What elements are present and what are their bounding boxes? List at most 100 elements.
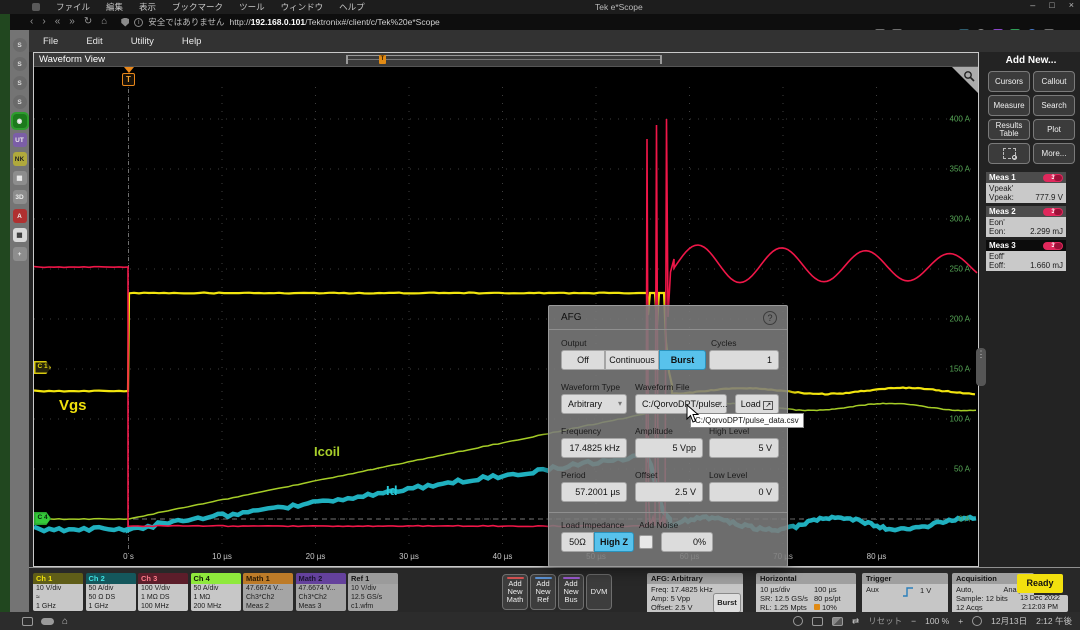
dock-session-2-icon[interactable]: S: [13, 57, 27, 71]
badge-ch3[interactable]: Ch 3100 V/div1 MΩ DS100 MHz: [138, 573, 188, 611]
browser-menu-item[interactable]: 表示: [131, 1, 164, 13]
address-bar[interactable]: i 安全ではありません http://192.168.0.101/Tektron…: [121, 16, 440, 28]
add-noise-checkbox[interactable]: [639, 535, 653, 549]
help-icon[interactable]: ?: [763, 311, 777, 325]
info-icon[interactable]: i: [134, 18, 143, 27]
browser-menu-item[interactable]: 編集: [98, 1, 131, 13]
horizontal-badge[interactable]: Horizontal 10 µs/div SR: 12.5 GS/s RL: 1…: [756, 573, 856, 617]
measure-button[interactable]: Measure: [988, 95, 1030, 116]
dock-session-1-icon[interactable]: S: [13, 38, 27, 52]
callout-button[interactable]: Callout: [1033, 71, 1075, 92]
trace-icoil-current[interactable]: [34, 403, 976, 519]
trace-id-current[interactable]: [34, 455, 976, 531]
badge-math1[interactable]: Math 147.6674 V...Ch3*Ch2Meas 2: [243, 573, 293, 611]
impedance-50ω-button[interactable]: 50Ω: [561, 532, 594, 552]
measurement-label: Vpeak:: [989, 193, 1014, 202]
period-field[interactable]: 57.2001 µs: [561, 482, 627, 502]
trigger-position-marker[interactable]: T: [121, 67, 136, 86]
reset-button[interactable]: リセット: [868, 615, 902, 627]
zoom-out-button[interactable]: −: [911, 616, 916, 626]
forward-icon[interactable]: ›: [42, 15, 45, 29]
maximize-button[interactable]: □: [1049, 0, 1054, 10]
dock-alert-app-icon[interactable]: A: [13, 209, 27, 223]
prev-icon[interactable]: «: [55, 15, 61, 29]
dock-add-app-icon[interactable]: +: [13, 247, 27, 261]
badge-ch2[interactable]: Ch 250 A/div50 Ω DS1 GHz: [86, 573, 136, 611]
offset-field[interactable]: 2.5 V: [635, 482, 703, 502]
impedance-highz-button[interactable]: High Z: [594, 532, 634, 552]
plot-button[interactable]: Plot: [1033, 119, 1075, 140]
scope-menu-file[interactable]: File: [29, 36, 72, 47]
dock-qr-app-icon[interactable]: ▦: [13, 171, 27, 185]
record-minimap[interactable]: T: [346, 55, 662, 64]
window-icon[interactable]: [812, 617, 823, 626]
badge-math2[interactable]: Math 247.6674 V...Ch3*Ch2Meas 3: [296, 573, 346, 611]
afg-dialog[interactable]: AFG ? Output Cycles 1 Waveform Type Wave…: [548, 305, 788, 567]
dvm-button[interactable]: DVM: [586, 574, 612, 610]
scope-menu-utility[interactable]: Utility: [117, 36, 168, 47]
measurement-badge[interactable]: Meas 33Eoff'Eoff:1.660 mJ: [986, 240, 1066, 271]
cloud-icon[interactable]: [41, 618, 54, 625]
dock-session-4-icon[interactable]: S: [13, 95, 27, 109]
browser-menu-item[interactable]: ウィンドウ: [273, 1, 332, 13]
afg-badge[interactable]: AFG: Arbitrary Freq: 17.4825 kHz Amp: 5 …: [647, 573, 743, 617]
noise-percent-field[interactable]: 0%: [661, 532, 713, 552]
afg-burst-button[interactable]: Burst: [713, 593, 741, 613]
swap-icon[interactable]: ⇄: [852, 616, 859, 627]
minimap-trigger-icon[interactable]: T: [379, 55, 386, 64]
trace-vds-drain[interactable]: [34, 119, 977, 527]
badge-ch4[interactable]: Ch 450 A/div1 MΩ200 MHz: [191, 573, 241, 611]
waveform-view[interactable]: Waveform View T 0 s10 µs20 µs30 µs40 µs5…: [33, 52, 979, 567]
high-level-field[interactable]: 5 V: [709, 438, 779, 458]
cursors-button[interactable]: Cursors: [988, 71, 1030, 92]
browser-menu-item[interactable]: ヘルプ: [331, 1, 373, 13]
home-icon[interactable]: ⌂: [62, 616, 68, 627]
image-icon[interactable]: [832, 617, 843, 626]
add-new-ref-button[interactable]: AddNewRef: [530, 574, 556, 610]
dock-nk-app-icon[interactable]: NK: [13, 152, 27, 166]
badge-ref1[interactable]: Ref 110 V/div12.5 GS/sc1.wfm: [348, 573, 398, 611]
badge-ch1[interactable]: Ch 110 V/div≈1 GHz: [33, 573, 83, 611]
measurement-badge[interactable]: Meas 13Vpeak'Vpeak:777.9 V: [986, 172, 1066, 203]
output-continuous-button[interactable]: Continuous: [605, 350, 659, 370]
scope-menu-edit[interactable]: Edit: [72, 36, 116, 47]
trace-vgs-gate[interactable]: [34, 293, 975, 395]
frequency-field[interactable]: 17.4825 kHz: [561, 438, 627, 458]
low-level-field[interactable]: 0 V: [709, 482, 779, 502]
apps-icon[interactable]: [22, 617, 33, 626]
dock-session-3-icon[interactable]: S: [13, 76, 27, 90]
next-icon[interactable]: »: [69, 15, 75, 29]
close-button[interactable]: ×: [1069, 0, 1074, 10]
home-icon[interactable]: ⌂: [101, 15, 107, 29]
waveform-file-select[interactable]: C:/QorvoDPT/pulse...▾: [635, 394, 727, 414]
load-button[interactable]: Load ↗: [735, 394, 779, 414]
dock-3d-app-icon[interactable]: 3D: [13, 190, 27, 204]
browser-menu-item[interactable]: ファイル: [48, 1, 98, 13]
more--button[interactable]: More...: [1033, 143, 1075, 164]
trigger-badge[interactable]: Trigger Aux 1 V: [862, 573, 948, 617]
back-icon[interactable]: ‹: [30, 15, 33, 29]
browser-menu-item[interactable]: ブックマーク: [164, 1, 231, 13]
camera-icon[interactable]: [793, 616, 803, 626]
waveform-plot[interactable]: 0 s10 µs20 µs30 µs40 µs50 µs60 µs70 µs80…: [34, 67, 978, 566]
zoom-area-button[interactable]: [988, 143, 1030, 164]
waveform-type-select[interactable]: Arbitrary▾: [561, 394, 627, 414]
output-off-button[interactable]: Off: [561, 350, 605, 370]
url-text[interactable]: http://192.168.0.101/Tektronix#/client/c…: [230, 17, 440, 27]
scope-menu-help[interactable]: Help: [168, 36, 216, 47]
dock-ut-app-icon[interactable]: UT: [13, 133, 27, 147]
add-new-bus-button[interactable]: AddNewBus: [558, 574, 584, 610]
cycles-field[interactable]: 1: [709, 350, 779, 370]
results-table-button[interactable]: Results Table: [988, 119, 1030, 140]
measurement-badge[interactable]: Meas 23Eon'Eon:2.299 mJ: [986, 206, 1066, 237]
output-burst-button[interactable]: Burst: [659, 350, 706, 370]
add-new-math-button[interactable]: AddNewMath: [502, 574, 528, 610]
browser-menu-item[interactable]: ツール: [231, 1, 273, 13]
amplitude-field[interactable]: 5 Vpp: [635, 438, 703, 458]
minimize-button[interactable]: –: [1030, 0, 1035, 10]
dock-grid-app-icon[interactable]: ▦: [13, 228, 27, 242]
search-button[interactable]: Search: [1033, 95, 1075, 116]
zoom-in-button[interactable]: +: [958, 616, 963, 626]
reload-icon[interactable]: ↻: [84, 15, 92, 29]
dock-active-scope-app-icon[interactable]: ◉: [13, 114, 27, 128]
